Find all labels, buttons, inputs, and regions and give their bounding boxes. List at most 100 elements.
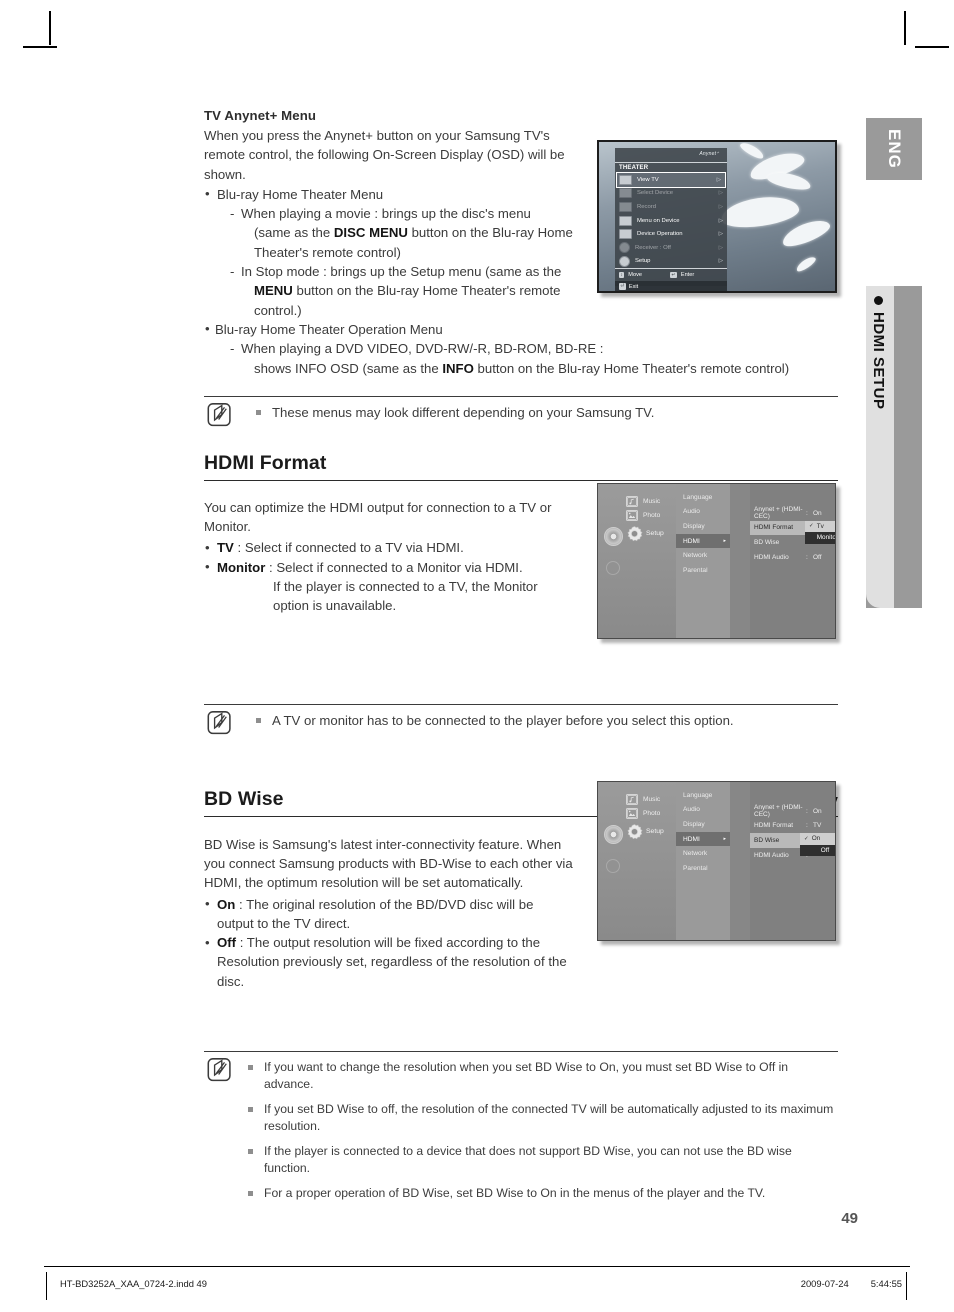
osd-menu-label: HDMI	[683, 537, 700, 545]
osd-menu-item-language[interactable]: Language	[676, 490, 730, 505]
osd-menu-item-hdmi[interactable]: HDMI	[676, 533, 730, 549]
osd-icon-label: Music	[643, 796, 661, 803]
globe-icon[interactable]	[606, 561, 620, 575]
osd-icon-item-photo[interactable]: Photo	[626, 808, 660, 819]
off-bold: Off	[217, 935, 237, 951]
memo-pencil-icon	[207, 710, 231, 734]
osd-values-column: Anynet + (HDMI-CEC) : On HDMI Format : B…	[750, 484, 835, 638]
exit-key-icon: ⏎	[619, 283, 626, 290]
anynet-footer-hints: ↕ Move ↵ Enter	[615, 268, 727, 281]
osd-value-value: TV	[813, 822, 822, 830]
on-bold: On	[217, 896, 236, 912]
photo-icon	[626, 808, 638, 819]
dropdown-option-off[interactable]: Off	[800, 844, 835, 857]
bird-decoration	[794, 254, 818, 274]
osd-value-row-anynet[interactable]: Anynet + (HDMI-CEC) : On	[750, 506, 835, 521]
osd-menu-item-network[interactable]: Network	[676, 846, 730, 861]
anynet-menu-item-menu-on-device[interactable]: Menu on Device ▷	[615, 214, 727, 228]
dropdown-option-monitor[interactable]: ✓ Monitor	[805, 532, 835, 544]
osd-menu-item-parental[interactable]: Parental	[676, 563, 730, 578]
setup-gear-icon[interactable]	[625, 525, 644, 544]
osd-value-name: HDMI Format	[754, 524, 793, 532]
osd-value-row-hdmi-audio[interactable]: HDMI Audio : Off	[750, 550, 835, 565]
osd-menu-item-display[interactable]: Display	[676, 817, 730, 832]
osd-value-value: On	[813, 509, 822, 517]
globe-icon[interactable]	[606, 859, 620, 873]
dropdown-option-label: On	[811, 835, 821, 843]
anynet-item-label: Select Device	[637, 190, 674, 197]
line2-pre: (same as the	[254, 225, 334, 241]
osd-value-colon: :	[806, 509, 808, 517]
anynet-menu-item-record[interactable]: Record ▷	[615, 200, 727, 214]
chapter-tab-content: HDMI SETUP	[866, 286, 922, 608]
music-note-icon	[626, 496, 638, 507]
memo-pencil-icon	[207, 1058, 231, 1082]
chevron-right-icon: ▷	[718, 190, 723, 197]
enter-label: Enter	[680, 272, 695, 279]
note-list: A TV or monitor has to be connected to t…	[256, 712, 838, 730]
anynet-intro-text: When you press the Anynet+ button on you…	[204, 128, 565, 182]
move-label: Move	[628, 272, 642, 279]
anynet-tv-screenshot: Anynet⁺ THEATER View TV ▷ Select Device …	[597, 140, 837, 293]
note-item: If the player is connected to a device t…	[248, 1143, 838, 1176]
osd-value-row-anynet[interactable]: Anynet + (HDMI-CEC) : On	[750, 804, 835, 819]
anynet-item-label: Setup	[635, 258, 651, 265]
anynet-menu-item-select-device[interactable]: Select Device ▷	[615, 187, 727, 201]
osd-menu-label: Language	[683, 791, 713, 799]
menu-device-icon	[619, 215, 632, 226]
check-icon: ✓	[809, 523, 814, 530]
bd-wise-dropdown[interactable]: ✓ On Off	[800, 833, 835, 857]
setup-gear-icon[interactable]	[625, 823, 644, 842]
crop-mark-top-right-horizontal	[915, 46, 949, 48]
bird-decoration	[738, 142, 766, 161]
tv-text: : Select if connected to a TV via HDMI.	[233, 540, 464, 556]
osd-value-row-hdmi-format[interactable]: HDMI Format : TV	[750, 819, 835, 834]
osd-separator-column	[730, 782, 750, 940]
anynet-menu-item-device-operation[interactable]: Device Operation ▷	[615, 227, 727, 241]
tv-bold: TV	[217, 540, 234, 556]
osd-menu-item-audio[interactable]: Audio	[676, 505, 730, 520]
osd-menu-item-audio[interactable]: Audio	[676, 803, 730, 818]
osd-icon-label: Photo	[643, 810, 661, 817]
osd-value-colon: :	[806, 553, 808, 561]
line2-post: button on the Blu-ray Home	[407, 225, 573, 241]
osd-menu-item-hdmi[interactable]: HDMI	[676, 831, 730, 847]
osd-menu-item-display[interactable]: Display	[676, 519, 730, 534]
anynet-menu-item-receiver[interactable]: Receiver : Off ▷	[615, 241, 727, 255]
osd-icon-item-photo[interactable]: Photo	[626, 510, 660, 521]
move-key-icon: ↕	[619, 271, 625, 279]
dropdown-option-tv[interactable]: ✓ Tv	[805, 520, 835, 533]
anynet-osd-menu: Anynet⁺ THEATER View TV ▷ Select Device …	[615, 148, 727, 291]
anynet-menu-item-setup[interactable]: Setup ▷	[615, 255, 727, 269]
dropdown-option-on[interactable]: ✓ On	[800, 833, 835, 845]
osd-menu-item-language[interactable]: Language	[676, 788, 730, 803]
anynet-exit-hint: ⏎ Exit	[615, 281, 727, 291]
anynet-logo-bar: Anynet⁺	[615, 148, 727, 163]
chevron-right-icon: ▷	[718, 217, 723, 224]
anynet-menu-title: THEATER	[619, 165, 649, 171]
anynet-menu-item-view-tv[interactable]: View TV ▷	[616, 172, 726, 188]
dropdown-option-label: Tv	[816, 522, 824, 530]
osd-menu-item-parental[interactable]: Parental	[676, 861, 730, 876]
note-item: For a proper operation of BD Wise, set B…	[248, 1185, 838, 1202]
osd-setup-label: Setup	[646, 530, 664, 537]
off-cont1: Resolution previously set, regardless of…	[217, 954, 567, 970]
anynet-item-label: Menu on Device	[637, 217, 680, 224]
info-bold: INFO	[442, 360, 474, 376]
note-item: If you want to change the resolution whe…	[248, 1059, 838, 1092]
bd-wise-bullet-off: Off : The output resolution will be fixe…	[204, 933, 582, 991]
chevron-right-icon: ▷	[718, 231, 723, 238]
hdmi-format-osd-screenshot: Music Photo Setup Language Audio Display…	[597, 483, 836, 639]
footer-filename: HT-BD3252A_XAA_0724-2.indd 49	[60, 1278, 207, 1289]
osd-icon-item-music[interactable]: Music	[626, 794, 660, 805]
hdmi-format-dropdown[interactable]: ✓ Tv ✓ Monitor	[805, 520, 835, 544]
note-item: These menus may look different depending…	[256, 404, 838, 422]
osd-icon-item-music[interactable]: Music	[626, 496, 660, 507]
crop-mark-top-left-vertical	[49, 11, 51, 45]
osd-icon-column: Music Photo Setup	[598, 484, 676, 638]
osd-menu-item-network[interactable]: Network	[676, 548, 730, 563]
footer-time: 5:44:55	[870, 1278, 902, 1289]
osd-menu-label: Audio	[683, 806, 700, 814]
osd-value-name: HDMI Audio	[754, 553, 789, 561]
record-icon	[619, 201, 632, 212]
